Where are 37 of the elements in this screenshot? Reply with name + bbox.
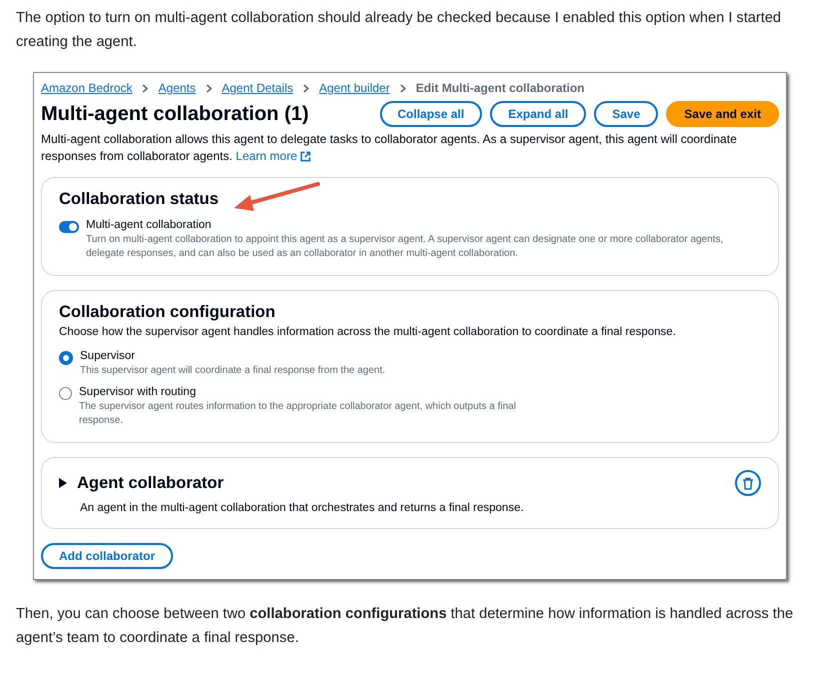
radio-label: Supervisor with routing bbox=[79, 386, 197, 398]
action-button[interactable]: Collapse all bbox=[380, 101, 482, 127]
radio-label: Supervisor bbox=[80, 350, 136, 362]
section-description: Choose how the supervisor agent handles information across the multi-agent collaboration to coordinate a final response. bbox=[59, 326, 677, 338]
radio-button[interactable] bbox=[59, 351, 73, 365]
action-button[interactable]: Save bbox=[594, 101, 658, 127]
breadcrumb-link[interactable]: Agent builder bbox=[319, 81, 390, 95]
learn-more-link[interactable]: Learn more bbox=[236, 148, 312, 165]
action-button[interactable]: Expand all bbox=[490, 101, 586, 127]
section-heading: Agent collaborator bbox=[77, 474, 224, 492]
delete-button[interactable] bbox=[735, 470, 761, 496]
page-title: Multi-agent collaboration (1) bbox=[41, 102, 309, 126]
radio-description: The supervisor agent routes information to the appropriate collaborator agent, which outputs a final response. bbox=[79, 400, 517, 428]
breadcrumb-link[interactable]: Amazon Bedrock bbox=[41, 81, 132, 95]
section-heading: Collaboration status bbox=[59, 190, 219, 209]
caret-right-icon[interactable] bbox=[59, 478, 67, 488]
section-description: An agent in the multi-agent collaboration that orchestrates and returns a final response. bbox=[80, 502, 525, 514]
chevron-icon bbox=[400, 84, 406, 92]
chevron-icon bbox=[206, 84, 212, 92]
chevron-icon bbox=[303, 84, 310, 92]
toggle-label: Multi-agent collaboration bbox=[86, 219, 212, 231]
radio-description: This supervisor agent will coordinate a final response from the agent. bbox=[80, 364, 386, 378]
breadcrumb-link[interactable]: Agent Details bbox=[222, 81, 294, 95]
breadcrumb-current: Edit Multi-agent collaboration bbox=[416, 81, 585, 95]
radio-button[interactable] bbox=[59, 387, 72, 400]
breadcrumb-link[interactable]: Agents bbox=[158, 81, 196, 95]
trash-icon bbox=[742, 476, 754, 490]
intro-paragraph: The option to turn on multi-agent collaboration should already be checked because I enabled this option when I started creating the agent. bbox=[16, 9, 782, 52]
external-link-icon bbox=[300, 151, 312, 162]
page-description: Multi-agent collaboration allows this agent to delegate tasks to collaborator agents. As a supervisor agent, this agent will coordinate responses from collaborator agents. Learn more bbox=[41, 131, 738, 165]
chevron-icon bbox=[142, 84, 148, 92]
toggle-switch[interactable] bbox=[59, 221, 79, 233]
toggle-description: Turn on multi-agent collaboration to appoint this agent as a supervisor agent. A supervisor agent can designate one or more collaborator agents, delegate responses, and can also be used as an collaborator in another multi-agent collaboration. bbox=[86, 233, 724, 261]
primary-button[interactable]: Save and exit bbox=[666, 101, 779, 127]
add-button[interactable]: Add collaborator bbox=[41, 543, 174, 569]
outro-paragraph: Then, you can choose between two collaboration configurations that determine how information is handled across the agent’s team to coordinate a final response. bbox=[16, 605, 794, 648]
section-heading: Collaboration configuration bbox=[59, 303, 276, 322]
